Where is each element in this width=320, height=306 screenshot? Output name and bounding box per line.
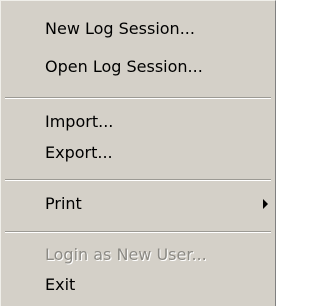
file-menu: New Log Session... Open Log Session... I… — [0, 0, 276, 306]
menu-separator — [5, 97, 271, 99]
menu-item-new-log-session[interactable]: New Log Session... — [1, 15, 276, 43]
menu-item-print[interactable]: Print — [1, 190, 276, 218]
menu-item-open-log-session[interactable]: Open Log Session... — [1, 53, 276, 81]
menu-item-exit[interactable]: Exit — [1, 271, 276, 299]
menu-separator — [5, 179, 271, 181]
menu-item-export[interactable]: Export... — [1, 139, 276, 167]
menu-item-login-as-new-user: Login as New User... — [45, 245, 207, 264]
menu-separator — [5, 231, 271, 233]
menu-item-import[interactable]: Import... — [1, 108, 276, 136]
menu-item-print-label: Print — [45, 194, 82, 213]
submenu-arrow-icon — [263, 199, 268, 209]
